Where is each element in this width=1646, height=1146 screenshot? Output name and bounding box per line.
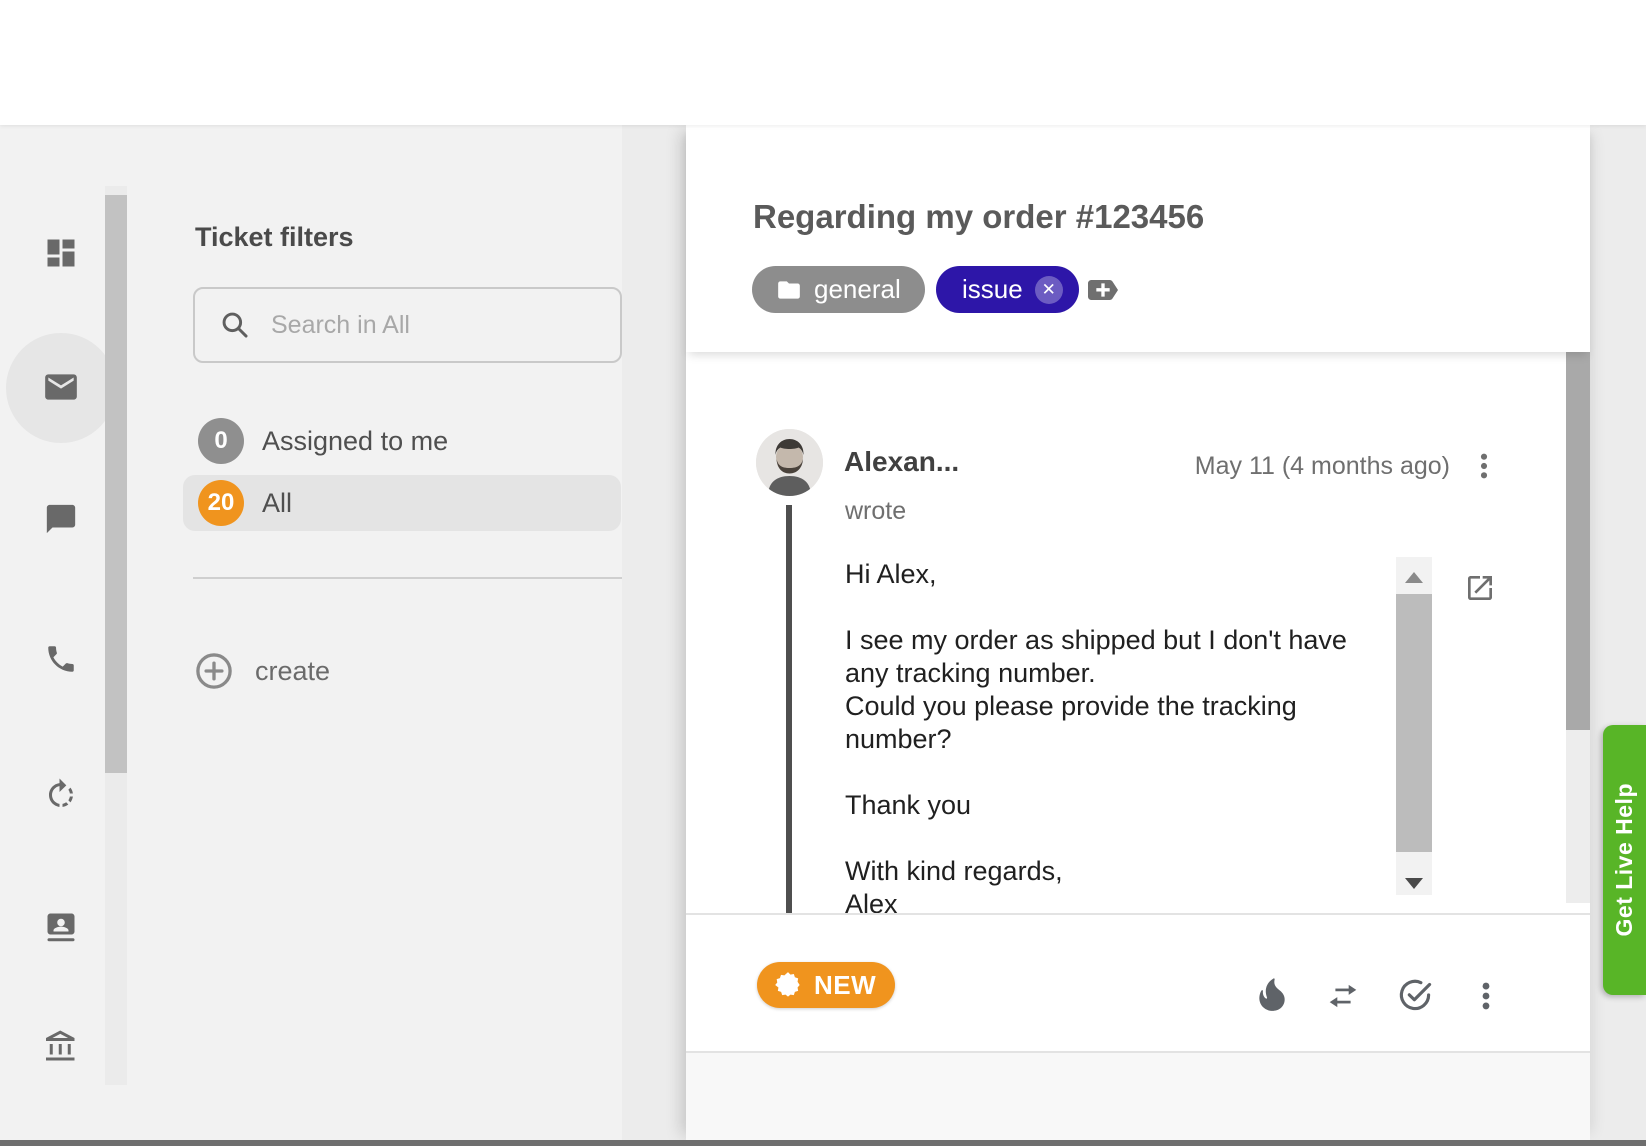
add-tag-button[interactable] [1083,270,1123,310]
message-line: Thank you [845,789,1405,822]
count-badge: 20 [198,480,244,526]
message-body: Hi Alex, I see my order as shipped but I… [845,558,1405,913]
search-input[interactable] [269,310,593,341]
message-line: Hi Alex, [845,558,1405,591]
message-scrollbar-thumb[interactable] [1396,594,1432,852]
window-bottom-edge [0,1140,1646,1146]
ticket-title: Regarding my order #123456 [753,198,1204,236]
top-bar [0,0,1646,125]
more-options-button[interactable] [1466,976,1506,1016]
panel-scrollbar[interactable] [105,186,127,1085]
ticket-scrollbar[interactable] [1566,352,1590,903]
loop-icon [43,777,79,813]
folder-icon [776,277,802,303]
bank-icon [43,1029,79,1065]
message-line: With kind regards, [845,855,1405,888]
nav-organization[interactable] [33,1019,89,1075]
search-icon [219,309,251,341]
message-timestamp: May 11 (4 months ago) [1150,452,1450,481]
phone-icon [44,642,78,676]
more-vert-icon [1469,979,1503,1013]
message-line: number? [845,723,1405,756]
panel-scrollbar-thumb[interactable] [105,195,127,773]
nav-contacts[interactable] [33,899,89,955]
get-live-help-label: Get Live Help [1611,783,1638,936]
mail-icon [42,368,80,406]
transfer-button[interactable] [1323,976,1363,1016]
filter-item-all[interactable]: 20 All [183,475,621,531]
message-line: Could you please provide the tracking [845,690,1405,723]
filter-item-assigned-to-me[interactable]: 0 Assigned to me [183,413,621,469]
divider [193,577,622,579]
transfer-arrows-icon [1324,977,1362,1015]
message-scrollbar[interactable] [1396,557,1432,895]
remove-tag-icon[interactable]: ✕ [1035,276,1063,304]
nav-dashboard[interactable] [33,225,89,281]
resolve-button[interactable] [1395,975,1435,1015]
wrote-label: wrote [845,497,906,526]
message-line [845,756,1405,789]
nav-tickets[interactable] [33,359,89,415]
create-label: create [255,656,330,687]
status-new-label: NEW [814,970,876,1001]
scroll-up-arrow[interactable] [1405,572,1423,583]
dashboard-icon [43,235,79,271]
message-line: any tracking number. [845,657,1405,690]
helpdesk-app: To solve 20 A [0,0,1646,1146]
nav-chats[interactable] [33,491,89,547]
create-filter-button[interactable]: create [193,645,453,697]
get-live-help-tab[interactable]: Get Live Help [1603,725,1646,995]
ticket-scrollbar-thumb[interactable] [1566,352,1590,730]
message-line: Alex [845,888,1405,913]
message-line [845,822,1405,855]
nav-calls[interactable] [33,631,89,687]
chat-icon [44,502,78,536]
message-timeline-bar [786,505,792,913]
contact-card-icon [43,909,79,945]
tag-label: general [814,274,901,305]
tag-general[interactable]: general [752,266,925,313]
flame-button[interactable] [1252,975,1292,1015]
message-line: I see my order as shipped but I don't ha… [845,624,1405,657]
sender-name[interactable]: Alexan... [844,446,959,478]
flame-icon [1253,976,1291,1014]
filter-label: All [262,488,292,519]
tag-label: issue [962,274,1023,305]
filters-title: Ticket filters [195,222,354,253]
tag-issue[interactable]: issue ✕ [936,266,1079,313]
plus-circle-icon [193,650,235,692]
status-new-button[interactable]: NEW [757,962,895,1008]
left-panel [0,125,622,1146]
badge-seal-icon [774,971,802,999]
check-circle-icon [1396,976,1434,1014]
nav-automation[interactable] [33,767,89,823]
open-in-new-icon[interactable] [1464,572,1496,604]
message-line [845,591,1405,624]
filter-label: Assigned to me [262,426,448,457]
count-badge: 0 [198,418,244,464]
ticket-search[interactable] [193,287,622,363]
panel-footer [686,1053,1590,1141]
ticket-header [686,125,1590,352]
sender-avatar[interactable] [756,429,823,496]
scroll-down-arrow[interactable] [1405,878,1423,889]
message-options-button[interactable] [1468,450,1500,484]
